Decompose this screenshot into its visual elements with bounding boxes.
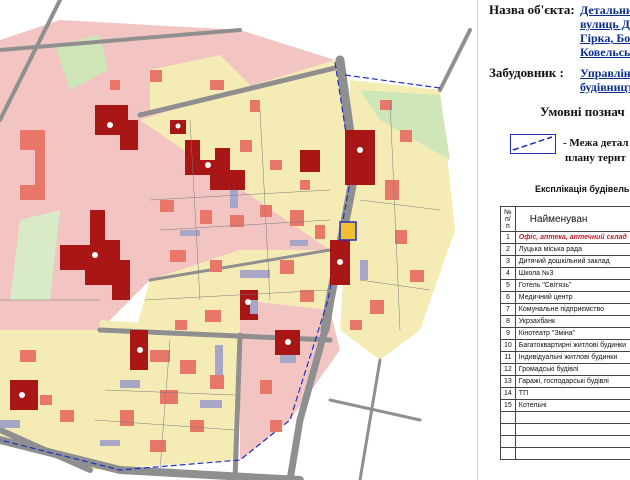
row-number: 2 bbox=[500, 243, 516, 256]
row-building-name: Гаражі, господарські будівлі bbox=[514, 375, 630, 388]
row-building-name: Медичний центр bbox=[514, 291, 630, 304]
row-building-name: Громадські будівлі bbox=[514, 363, 630, 376]
row-building-name: Укрзахбанк bbox=[514, 315, 630, 328]
table-row: 1 Офіс, аптека, аптечний склад bbox=[500, 231, 630, 244]
row-number: 11 bbox=[500, 351, 516, 364]
row-number bbox=[500, 435, 516, 448]
legend-item-line-2: плану терит bbox=[565, 152, 626, 164]
table-row: 3 Дитячий дошкільний заклад bbox=[500, 255, 630, 268]
row-number: 10 bbox=[500, 339, 516, 352]
boundary-legend-line bbox=[512, 136, 553, 151]
table-row: 5 Готель "Світязь" bbox=[500, 279, 630, 292]
row-building-name bbox=[514, 447, 630, 460]
row-building-name bbox=[514, 411, 630, 424]
row-number: 5 bbox=[500, 279, 516, 292]
table-row: 2 Луцька міська рада bbox=[500, 243, 630, 256]
table-row: 11 Індивідуальні житлові будинки bbox=[500, 351, 630, 364]
table-row: 8 Укрзахбанк bbox=[500, 315, 630, 328]
object-name-line-1: Детальни bbox=[580, 3, 630, 17]
building-explication-table: № п/п Найменуван 1 Офіс, аптека, аптечний… bbox=[500, 206, 630, 460]
building-table-title: Експлікація будівель т bbox=[535, 184, 630, 194]
object-name-line-4: Ковельсь bbox=[580, 45, 630, 59]
table-row: 4 Школа №3 bbox=[500, 267, 630, 280]
row-building-name: Офіс, аптека, аптечний склад bbox=[514, 231, 630, 244]
row-number: 1 bbox=[500, 231, 516, 244]
row-number: 13 bbox=[500, 375, 516, 388]
row-number bbox=[500, 411, 516, 424]
row-number: 4 bbox=[500, 267, 516, 280]
row-building-name bbox=[514, 423, 630, 436]
legend-item-boundary: - Межа детал плану терит bbox=[563, 136, 629, 166]
row-building-name: ТП bbox=[514, 387, 630, 400]
row-building-name: Школа №3 bbox=[514, 267, 630, 280]
object-label: Назва об'єкта: bbox=[489, 2, 575, 17]
row-number: 7 bbox=[500, 303, 516, 316]
table-row: 15 Котельні bbox=[500, 399, 630, 412]
row-number bbox=[500, 447, 516, 460]
row-building-name: Луцька міська рада bbox=[514, 243, 630, 256]
table-row: 10 Багатоквартирні житлові будинки bbox=[500, 339, 630, 352]
row-number: 3 bbox=[500, 255, 516, 268]
row-number: 9 bbox=[500, 327, 516, 340]
row-building-name bbox=[514, 435, 630, 448]
row-number: 8 bbox=[500, 315, 516, 328]
developer-label: Забудовник : bbox=[489, 65, 564, 80]
object-site bbox=[339, 221, 357, 241]
sheet-divider bbox=[477, 0, 478, 480]
table-row: 12 Громадські будівлі bbox=[500, 363, 630, 376]
row-number bbox=[500, 423, 516, 436]
row-building-name: Готель "Світязь" bbox=[514, 279, 630, 292]
table-row: 13 Гаражі, господарські будівлі bbox=[500, 375, 630, 388]
object-name-line-2: вулиць Да bbox=[580, 17, 630, 31]
row-building-name: Дитячий дошкільний заклад bbox=[514, 255, 630, 268]
developer-name-line-2: будівництв bbox=[580, 80, 630, 94]
table-row bbox=[500, 447, 630, 460]
table-row bbox=[500, 423, 630, 436]
header-name: Найменуван bbox=[514, 206, 630, 232]
row-number: 6 bbox=[500, 291, 516, 304]
row-building-name: Котельні bbox=[514, 399, 630, 412]
legend-item-line-1: - Межа детал bbox=[563, 137, 629, 149]
developer-name-line-1: Управлінн bbox=[580, 66, 630, 80]
row-number: 12 bbox=[500, 363, 516, 376]
row-building-name: Індивідуальні житлові будинки bbox=[514, 351, 630, 364]
table-row: 9 Кінотеатр "Зміна" bbox=[500, 327, 630, 340]
table-row: 6 Медичний центр bbox=[500, 291, 630, 304]
detailed-plan-map bbox=[0, 0, 480, 480]
legend-title: Умовні познач bbox=[540, 104, 625, 119]
row-building-name: Комунальне підприємство bbox=[514, 303, 630, 316]
table-row bbox=[500, 435, 630, 448]
table-row bbox=[500, 411, 630, 424]
row-building-name: Кінотеатр "Зміна" bbox=[514, 327, 630, 340]
boundary-legend-symbol bbox=[510, 134, 556, 154]
object-name-line-3: Гірка, Бо bbox=[580, 31, 630, 45]
table-row: 14 ТП bbox=[500, 387, 630, 400]
table-row: 7 Комунальне підприємство bbox=[500, 303, 630, 316]
row-building-name: Багатоквартирні житлові будинки bbox=[514, 339, 630, 352]
row-number: 15 bbox=[500, 399, 516, 412]
row-number: 14 bbox=[500, 387, 516, 400]
header-num: № п/п bbox=[500, 206, 516, 232]
table-header-row: № п/п Найменуван bbox=[500, 206, 630, 232]
